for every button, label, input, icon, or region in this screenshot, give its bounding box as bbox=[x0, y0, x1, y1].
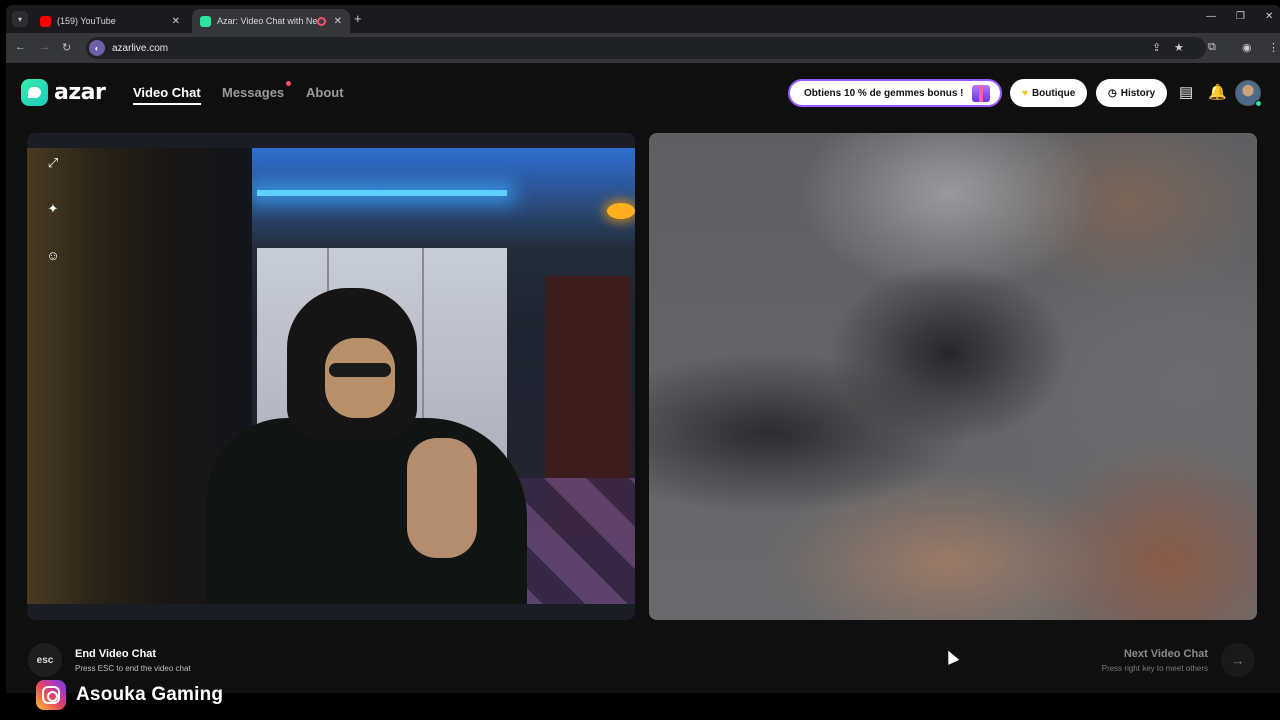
gem-icon: ♥ bbox=[1022, 87, 1028, 99]
browser-toolbar: ← → ↻ ◐ azarlive.com ⇪ ★ ⧉ ◉ ⋮ bbox=[6, 33, 1280, 63]
inbox-icon[interactable]: ▤ bbox=[1179, 83, 1193, 101]
messages-notification-dot bbox=[286, 81, 291, 86]
instagram-icon bbox=[36, 680, 66, 710]
streamer-overlay: Asouka Gaming bbox=[36, 679, 223, 711]
address-bar[interactable]: ◐ azarlive.com bbox=[86, 37, 1206, 59]
azar-logo[interactable]: azar bbox=[21, 79, 106, 106]
tab-title: Azar: Video Chat with New bbox=[217, 16, 317, 26]
end-chat-hint: Press ESC to end the video chat bbox=[75, 664, 191, 673]
nav-about[interactable]: About bbox=[306, 85, 344, 100]
tab-azar[interactable]: Azar: Video Chat with New ✕ bbox=[192, 9, 350, 33]
next-chat-title: Next Video Chat bbox=[1123, 648, 1208, 660]
logo-text: azar bbox=[54, 80, 106, 105]
logo-mark-icon bbox=[21, 79, 48, 106]
magic-wand-icon[interactable]: ✦ bbox=[45, 201, 61, 217]
close-icon[interactable]: ✕ bbox=[334, 16, 342, 27]
site-info-icon[interactable]: ◐ bbox=[89, 40, 105, 56]
promo-label: Obtiens 10 % de gemmes bonus ! bbox=[804, 87, 964, 99]
end-chat-button[interactable]: esc bbox=[28, 643, 62, 677]
youtube-icon bbox=[40, 15, 51, 27]
close-icon[interactable]: ✕ bbox=[172, 16, 180, 27]
chat-footer: esc End Video Chat Press ESC to end the … bbox=[6, 635, 1280, 677]
extensions-icon[interactable]: ⧉ bbox=[1208, 41, 1216, 54]
recording-icon bbox=[316, 16, 326, 26]
next-chat-hint: Press right key to meet others bbox=[1101, 664, 1208, 673]
new-tab-button[interactable]: + bbox=[354, 11, 362, 26]
back-icon[interactable]: ← bbox=[15, 41, 26, 53]
sticker-icon[interactable]: ☺ bbox=[45, 247, 61, 263]
menu-icon[interactable]: ⋮ bbox=[1268, 41, 1279, 54]
next-chat-button[interactable]: → bbox=[1221, 643, 1255, 677]
url-text: azarlive.com bbox=[112, 42, 169, 54]
forward-icon[interactable]: → bbox=[39, 41, 50, 53]
tab-strip: ▾ (159) YouTube ✕ Azar: Video Chat with … bbox=[6, 5, 1280, 33]
close-window-icon[interactable]: ✕ bbox=[1265, 11, 1273, 22]
clock-icon: ◷ bbox=[1108, 87, 1117, 99]
restore-icon[interactable]: ❐ bbox=[1236, 11, 1245, 22]
remote-video-panel bbox=[649, 133, 1257, 620]
expand-icon[interactable]: ⤢ bbox=[45, 155, 61, 171]
minimize-icon[interactable]: — bbox=[1206, 11, 1216, 22]
bookmark-star-icon[interactable]: ★ bbox=[1174, 41, 1184, 54]
tab-search-button[interactable]: ▾ bbox=[12, 11, 28, 27]
history-label: History bbox=[1120, 87, 1156, 99]
shop-label: Boutique bbox=[1031, 87, 1076, 99]
local-camera-feed bbox=[27, 148, 635, 604]
tab-title: (159) YouTube bbox=[57, 16, 116, 26]
gem-promo-button[interactable]: Obtiens 10 % de gemmes bonus ! bbox=[788, 79, 1002, 107]
history-button[interactable]: ◷ History bbox=[1096, 79, 1168, 107]
video-tools: ⤢ ✦ ☺ bbox=[45, 155, 61, 263]
nav-video-chat[interactable]: Video Chat bbox=[133, 85, 201, 105]
bell-icon[interactable]: 🔔 bbox=[1208, 83, 1227, 101]
screen: ▾ (159) YouTube ✕ Azar: Video Chat with … bbox=[0, 0, 1280, 720]
reload-icon[interactable]: ↻ bbox=[62, 41, 71, 54]
gift-icon bbox=[972, 85, 990, 102]
nav-messages[interactable]: Messages bbox=[222, 85, 284, 100]
online-status-dot bbox=[1255, 100, 1262, 107]
browser-window: ▾ (159) YouTube ✕ Azar: Video Chat with … bbox=[6, 5, 1280, 693]
profile-icon[interactable]: ◉ bbox=[1242, 41, 1252, 54]
app-header: azar Video Chat Messages About Obtiens 1… bbox=[6, 63, 1280, 123]
remote-blurred-feed bbox=[649, 133, 1257, 620]
install-app-icon[interactable]: ⇪ bbox=[1152, 41, 1161, 54]
tab-youtube[interactable]: (159) YouTube ✕ bbox=[32, 9, 188, 33]
azar-icon bbox=[200, 15, 211, 27]
shop-button[interactable]: ♥ Boutique bbox=[1010, 79, 1088, 107]
local-video-panel: ⤢ ✦ ☺ bbox=[27, 133, 635, 620]
streamer-handle: Asouka Gaming bbox=[76, 684, 224, 705]
end-chat-title: End Video Chat bbox=[75, 648, 157, 660]
